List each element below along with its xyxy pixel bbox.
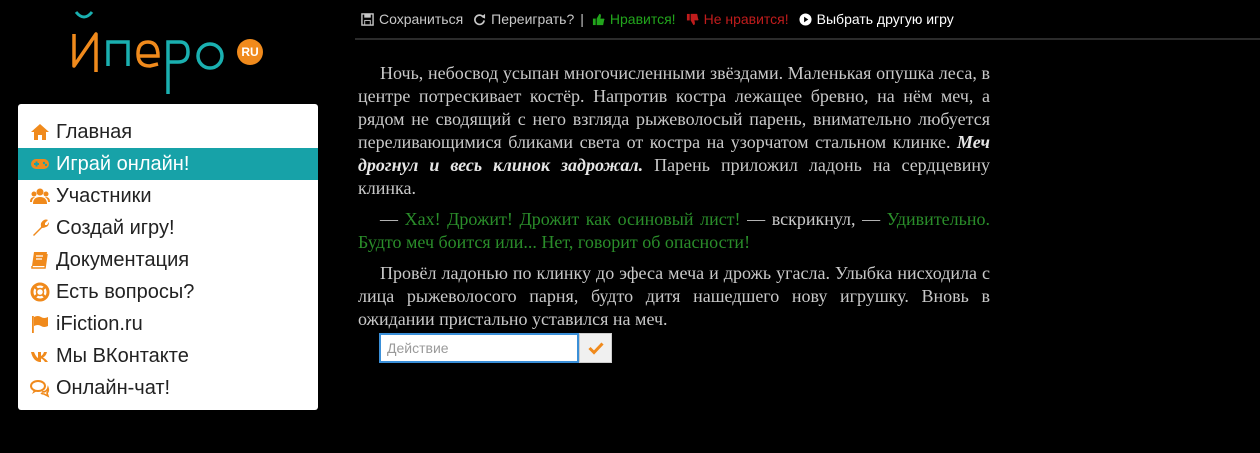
thumbs-up-icon [592,13,605,25]
vk-icon [28,344,52,368]
sidebar-item-home[interactable]: Главная [18,116,318,148]
chat-icon [28,376,52,400]
users-icon [28,184,52,208]
logo-badge: RU [241,45,259,59]
game-toolbar: Сохраниться Переиграть? | Нравится! Не н… [355,0,1260,40]
story-paragraph: Провёл ладонью по клинку до эфеса меча и… [358,263,990,329]
story-narration: — вскрикнул, — [740,209,887,229]
story-text-span: Ночь, небосвод усыпан многочисленными зв… [358,63,990,152]
refresh-icon [474,13,486,25]
wrench-icon [28,216,52,240]
home-icon [28,120,52,144]
replay-button[interactable]: Переиграть? [473,11,574,27]
sidebar-item-create-game[interactable]: Создай игру! [18,212,318,244]
gamepad-icon [28,152,52,176]
story-paragraph: Ночь, небосвод усыпан многочисленными зв… [358,62,990,200]
action-form [379,333,612,363]
sidebar-item-vkontakte[interactable]: Мы ВКонтакте [18,340,318,372]
submit-action-button[interactable] [579,333,612,363]
sidebar-item-label: Играй онлайн! [56,152,190,175]
book-icon [28,248,52,272]
sidebar-item-documentation[interactable]: Документация [18,244,318,276]
sidebar-item-label: Есть вопросы? [56,280,195,303]
character-speech: Хах! Дрожит! Дрожит как осиновый лист! [404,209,741,229]
dislike-label: Не нравится! [703,11,789,27]
sidebar-item-label: Создай игру! [56,216,175,239]
save-icon [361,12,374,26]
sidebar-item-label: Документация [56,248,190,271]
play-circle-icon [799,12,812,26]
checkmark-icon [587,342,604,355]
story-text: Ночь, небосвод усыпан многочисленными зв… [358,62,990,339]
sidebar-menu: Главная Играй онлайн! Участники Создай и… [18,104,318,410]
lifebuoy-icon [28,280,52,304]
story-dialogue: — Хах! Дрожит! Дрожит как осиновый лист!… [358,208,990,254]
dislike-button[interactable]: Не нравится! [686,11,789,27]
toolbar-separator: | [580,11,584,27]
sidebar-item-label: iFiction.ru [56,312,143,335]
action-input[interactable] [379,333,579,363]
like-label: Нравится! [609,11,676,27]
sidebar-item-online-chat[interactable]: Онлайн-чат! [18,372,318,404]
like-button[interactable]: Нравится! [592,11,676,27]
save-button[interactable]: Сохраниться [361,11,463,27]
choose-game-button[interactable]: Выбрать другую игру [799,11,954,27]
sidebar-item-label: Главная [56,120,133,143]
sidebar-item-members[interactable]: Участники [18,180,318,212]
sidebar-item-label: Мы ВКонтакте [56,344,189,367]
sidebar-item-questions[interactable]: Есть вопросы? [18,276,318,308]
sidebar-item-label: Участники [56,184,152,207]
save-label: Сохраниться [379,11,464,27]
sidebar-item-play-online[interactable]: Играй онлайн! [18,148,318,180]
choose-game-label: Выбрать другую игру [816,11,954,27]
story-dash: — [380,209,405,229]
thumbs-down-icon [686,13,699,25]
sidebar-item-ifiction[interactable]: iFiction.ru [18,308,318,340]
flag-icon [28,312,52,336]
sidebar-item-label: Онлайн-чат! [56,376,171,399]
site-logo[interactable]: RU [68,8,268,98]
replay-label: Переиграть? [491,11,575,27]
